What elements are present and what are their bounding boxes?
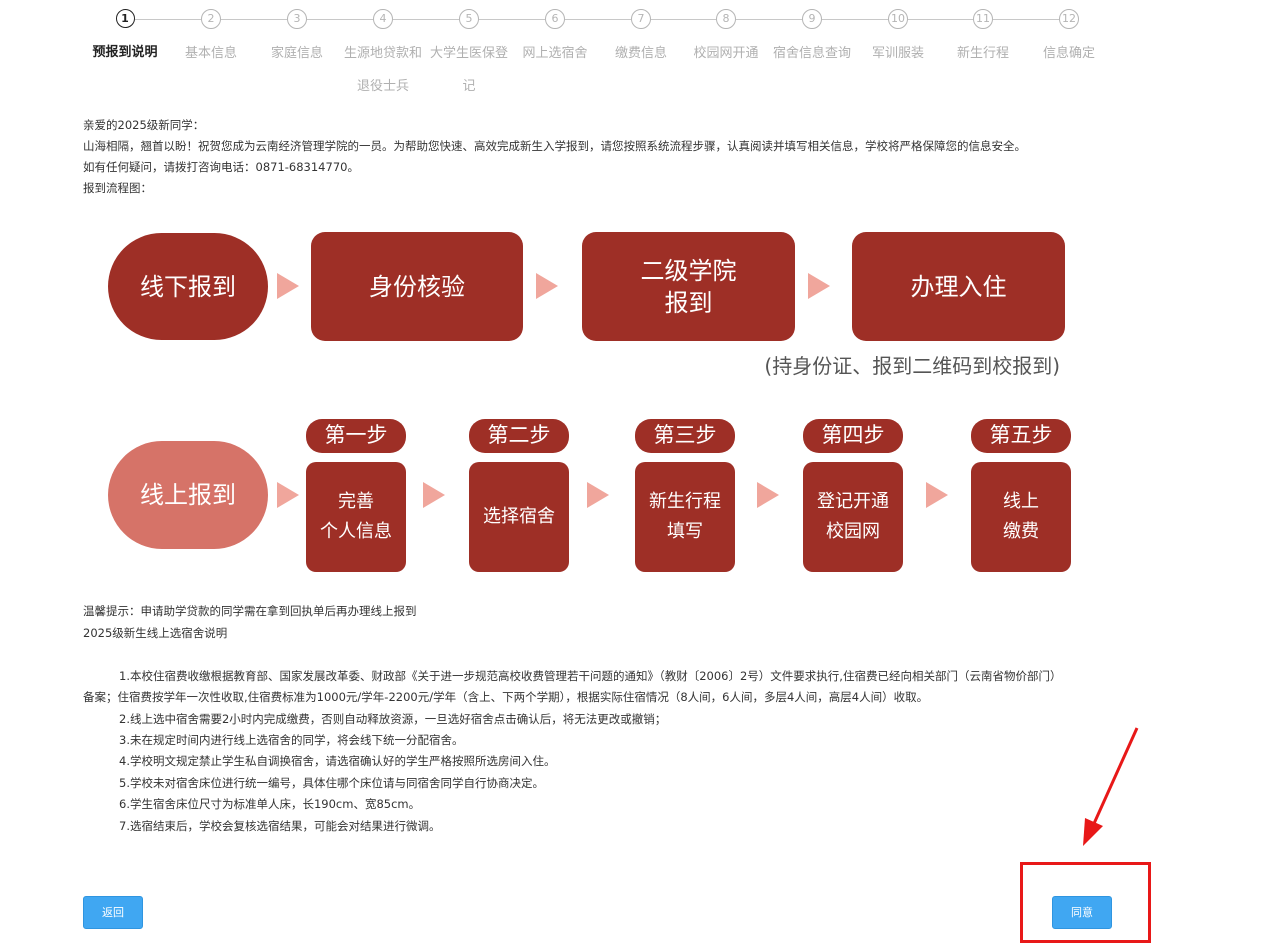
arrow-icon (423, 482, 445, 508)
step-label: 家庭信息 (270, 46, 323, 61)
dorm-rules-title: 2025级新生线上选宿舍说明 (83, 626, 228, 640)
rule-5: 5.学校未对宿舍床位进行统一编号，具体住哪个床位请与同宿舍同学自行协商决定。 (119, 776, 544, 790)
step-tag: 第二步 (469, 419, 569, 453)
step-connector (993, 19, 1059, 20)
step-connector (393, 19, 459, 20)
online-start-node: 线上报到 (108, 441, 268, 549)
red-arrow-icon (1083, 727, 1139, 846)
arrow-icon (757, 482, 779, 508)
contact-text: 如有任何疑问，请拨打咨询电话：0871-68314770。 (83, 160, 359, 174)
step-number: 4 (373, 9, 393, 29)
step-number: 3 (287, 9, 307, 29)
step-number: 12 (1059, 9, 1079, 29)
identity-check-label: 身份核验 (369, 272, 465, 301)
online-step-line2: 个人信息 (320, 521, 392, 542)
step-progress-bar: 1 预报到说明 2 基本信息 3 家庭信息 4 生源地贷款和退役士兵 5 大学生医保登记 6 网上选宿… (0, 0, 1265, 100)
college-report-line2: 报到 (664, 288, 713, 317)
offline-start-node: 线下报到 (108, 233, 268, 340)
arrow-icon (536, 273, 558, 299)
arrow-icon (277, 482, 299, 508)
step-connector (736, 19, 802, 20)
step-number: 9 (802, 9, 822, 29)
step-connector (565, 19, 631, 20)
offline-note: (持身份证、报到二维码到校报到) (764, 354, 1060, 378)
online-step-line2: 缴费 (1003, 521, 1039, 542)
greeting-text: 亲爱的2025级新同学： (83, 118, 205, 132)
rule-6: 6.学生宿舍床位尺寸为标准单人床，长190cm、宽85cm。 (119, 797, 421, 811)
step-connector (307, 19, 373, 20)
online-step-line1: 线上 (1003, 491, 1039, 512)
step-connector (908, 19, 973, 20)
check-in-node: 办理入住 (852, 232, 1065, 341)
online-step-line1: 完善 (338, 491, 374, 512)
step-label: 新生行程 (956, 46, 1009, 61)
step-number: 1 (115, 9, 135, 28)
step-connector (479, 19, 545, 20)
rule-1a: 1.本校住宿费收缴根据教育部、国家发展改革委、财政部《关于进一步规范高校收费管理… (119, 669, 1062, 683)
college-report-node: 二级学院 报到 (582, 232, 795, 341)
rule-7: 7.选宿结束后，学校会复核选宿结果，可能会对结果进行微调。 (119, 819, 441, 833)
step-label: 生源地贷款和退役士兵 (343, 46, 422, 94)
step-item[interactable]: 4 生源地贷款和退役士兵 (340, 9, 426, 103)
step-label: 预报到说明 (92, 45, 158, 60)
step-item[interactable]: 5 大学生医保登记 (426, 9, 512, 103)
rule-4: 4.学校明文规定禁止学生私自调换宿舍，请选宿确认好的学生严格按照所选房间入住。 (119, 754, 556, 768)
arrow-icon (808, 273, 830, 299)
online-step-node: 选择宿舍 (469, 462, 569, 572)
step-connector (822, 19, 888, 20)
step-number: 8 (716, 9, 736, 29)
step-number: 2 (201, 9, 221, 29)
step-connector (221, 19, 287, 20)
registration-flowchart: 线下报到 身份核验 二级学院报到 办理入住 (持身份证、报到二维码到校报到) 线… (105, 228, 1080, 580)
welcome-text: 山海相隔，翘首以盼！祝贺您成为云南经济管理学院的一员。为帮助您快速、高效完成新生… (83, 139, 1026, 153)
check-in-label: 办理入住 (910, 272, 1007, 301)
step-tag: 第一步 (306, 419, 406, 453)
step-connector (651, 19, 716, 20)
step-label: 信息确定 (1042, 46, 1095, 61)
step-number: 10 (888, 9, 908, 29)
step-tag: 第四步 (803, 419, 903, 453)
online-step-node: 线上 缴费 (971, 462, 1071, 572)
arrow-icon (926, 482, 948, 508)
step-label: 大学生医保登记 (429, 46, 508, 94)
arrow-icon (277, 273, 299, 299)
warm-tip: 温馨提示：申请助学贷款的同学需在拿到回执单后再办理线上报到 (83, 604, 417, 618)
flow-title: 报到流程图： (83, 181, 152, 195)
back-button[interactable]: 返回 (83, 896, 143, 929)
step-connector (135, 19, 201, 20)
step-tag: 第三步 (635, 419, 735, 453)
online-step-line2: 校园网 (826, 521, 880, 542)
highlight-box (1020, 862, 1151, 943)
step-number: 6 (545, 9, 565, 29)
online-step-line1: 登记开通 (817, 491, 889, 512)
step-tag: 第五步 (971, 419, 1071, 453)
online-step-line1: 新生行程 (649, 491, 721, 512)
step-number: 11 (973, 9, 993, 29)
arrow-icon (587, 482, 609, 508)
step-number: 5 (459, 9, 479, 29)
step-label: 网上选宿舍 (522, 46, 588, 61)
online-step-node: 完善 个人信息 (306, 462, 406, 572)
step-label: 校园网开通 (693, 46, 759, 61)
step-label: 军训服装 (871, 46, 924, 61)
step-label: 基本信息 (184, 46, 237, 61)
identity-check-node: 身份核验 (311, 232, 523, 341)
rule-1b: 备案；住宿费按学年一次性收取,住宿费标准为1000元/学年-2200元/学年（含… (83, 690, 929, 704)
rule-2: 2.线上选中宿舍需要2小时内完成缴费，否则自动释放资源，一旦选好宿舍点击确认后，… (119, 712, 667, 726)
step-number: 7 (631, 9, 651, 29)
step-item[interactable]: 1 预报到说明 (82, 9, 168, 69)
online-start-label: 线上报到 (140, 481, 236, 509)
online-step-line1: 选择宿舍 (483, 506, 555, 527)
step-label: 宿舍信息查询 (772, 46, 851, 61)
online-step-node: 登记开通 校园网 (803, 462, 903, 572)
online-step-line2: 填写 (667, 521, 703, 542)
online-step-node: 新生行程 填写 (635, 462, 735, 572)
college-report-line1: 二级学院 (640, 256, 737, 285)
offline-start-label: 线下报到 (140, 272, 236, 301)
step-label: 缴费信息 (614, 46, 667, 61)
rule-3: 3.未在规定时间内进行线上选宿舍的同学，将会线下统一分配宿舍。 (119, 733, 464, 747)
